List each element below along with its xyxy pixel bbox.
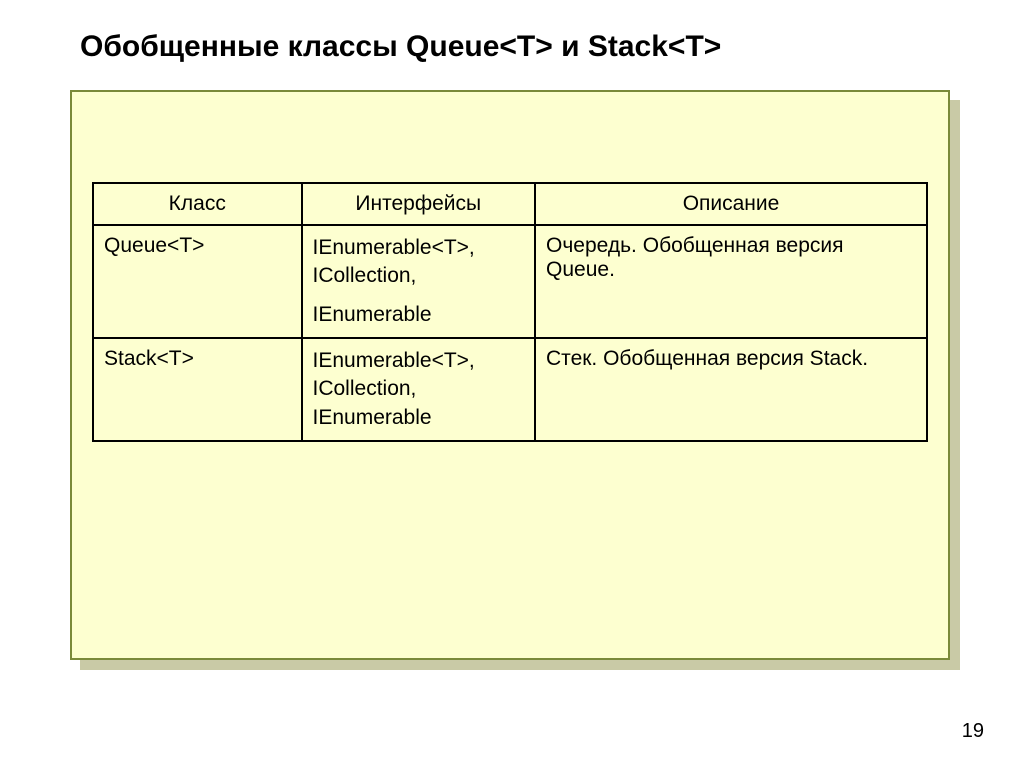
content-panel: Класс Интерфейсы Описание Queue<T> IEnum… [70, 90, 950, 660]
header-description: Описание [535, 183, 927, 225]
cell-interfaces: IEnumerable<T>, ICollection, IEnumerable [302, 225, 536, 338]
cell-interfaces: IEnumerable<T>, ICollection, IEnumerable [302, 338, 536, 441]
slide: Обобщенные классы Queue<T> и Stack<T> Кл… [0, 0, 1024, 768]
header-interfaces: Интерфейсы [302, 183, 536, 225]
page-number: 19 [962, 720, 984, 743]
classes-table: Класс Интерфейсы Описание Queue<T> IEnum… [92, 182, 928, 442]
slide-title: Обобщенные классы Queue<T> и Stack<T> [80, 30, 964, 64]
iface-text: IEnumerable<T>, ICollection, [313, 236, 475, 287]
iface-text: IEnumerable<T>, ICollection, IEnumerable [313, 349, 475, 429]
table-row: Stack<T> IEnumerable<T>, ICollection, IE… [93, 338, 927, 441]
header-class: Класс [93, 183, 302, 225]
cell-class: Stack<T> [93, 338, 302, 441]
cell-description: Стек. Обобщенная версия Stack. [535, 338, 927, 441]
table-row: Queue<T> IEnumerable<T>, ICollection, IE… [93, 225, 927, 338]
cell-class: Queue<T> [93, 225, 302, 338]
iface-text: IEnumerable [313, 301, 525, 329]
table-header-row: Класс Интерфейсы Описание [93, 183, 927, 225]
cell-description: Очередь. Обобщенная версия Queue. [535, 225, 927, 338]
